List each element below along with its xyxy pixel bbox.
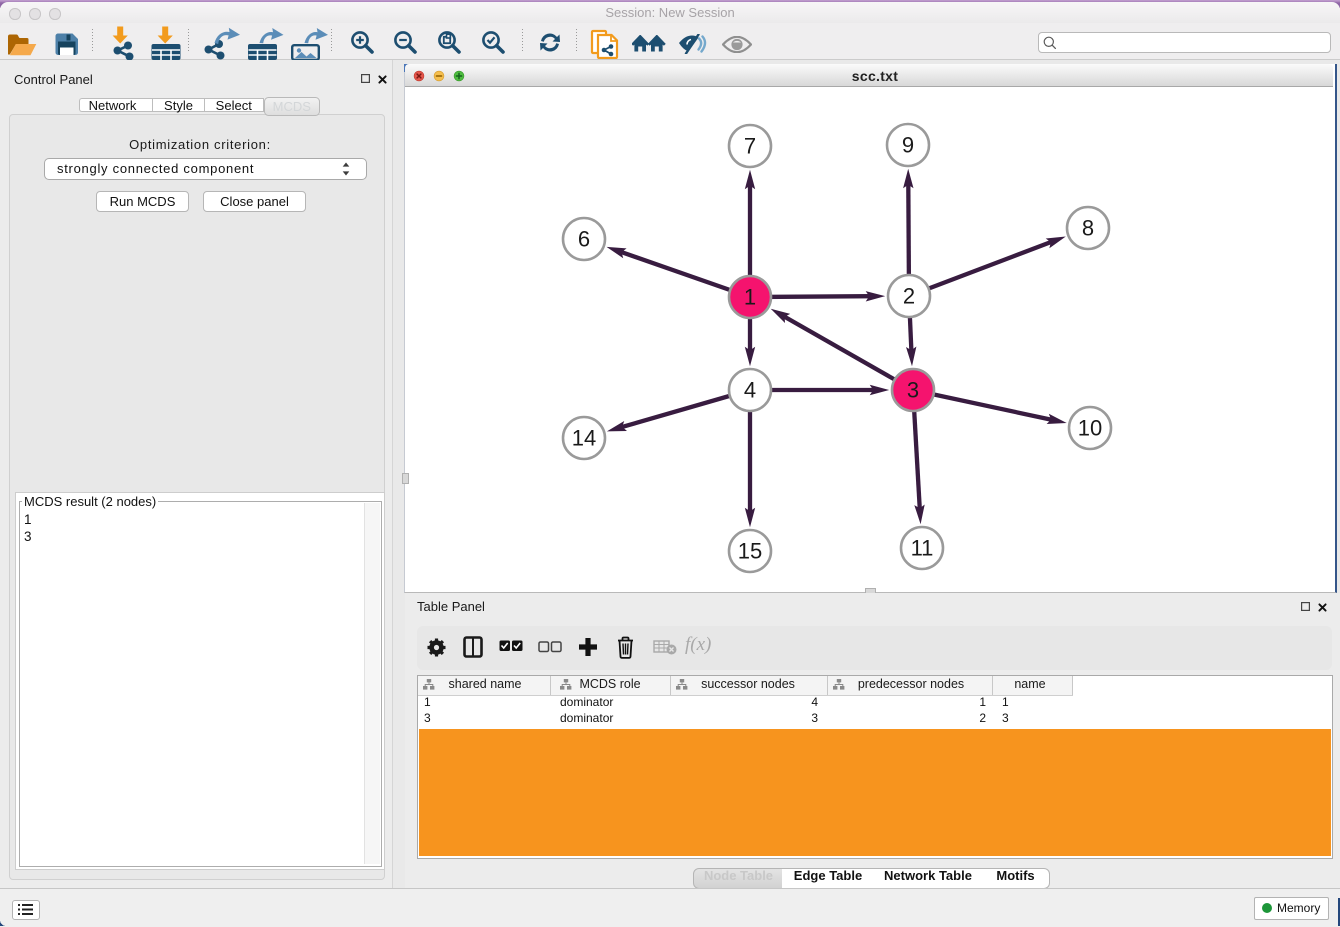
svg-text:7: 7	[744, 134, 756, 159]
svg-text:11: 11	[911, 536, 934, 561]
svg-text:15: 15	[738, 539, 762, 564]
svg-text:6: 6	[578, 227, 590, 252]
svg-text:1: 1	[744, 285, 756, 310]
svg-text:8: 8	[1082, 216, 1094, 241]
svg-text:3: 3	[907, 378, 919, 403]
svg-text:10: 10	[1078, 416, 1102, 441]
svg-text:2: 2	[903, 284, 915, 309]
svg-text:9: 9	[902, 133, 914, 158]
svg-text:14: 14	[572, 426, 596, 451]
svg-text:4: 4	[744, 378, 756, 403]
